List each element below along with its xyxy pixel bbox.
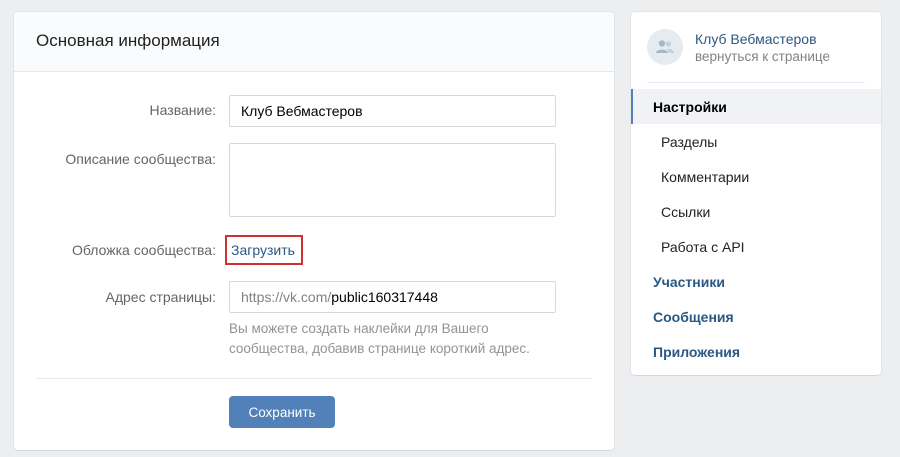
menu-item-messages[interactable]: Сообщения [631,299,881,334]
name-input[interactable]: Клуб Вебмастеров [229,95,556,127]
address-value: public160317448 [331,289,438,305]
name-label: Название: [149,102,216,118]
description-textarea[interactable] [229,143,556,217]
address-hint-line2: сообщества, добавив странице короткий ад… [229,341,530,356]
menu-item-api[interactable]: Работа с API [631,229,881,264]
address-input[interactable]: https://vk.com/ public160317448 [229,281,556,313]
club-header: Клуб Вебмастеров вернуться к странице [631,12,881,82]
name-input-value: Клуб Вебмастеров [241,103,363,119]
cover-label: Обложка сообщества: [72,242,216,258]
address-label: Адрес страницы: [105,289,216,305]
settings-menu: Клуб Вебмастеров вернуться к странице На… [631,12,881,375]
menu-item-settings[interactable]: Настройки [631,89,881,124]
side-divider [647,82,865,83]
address-hint-line1: Вы можете создать наклейки для Вашего [229,321,489,336]
menu-item-sections[interactable]: Разделы [631,124,881,159]
save-button[interactable]: Сохранить [229,396,335,428]
main-info-card: Основная информация Название: Клуб Вебма… [14,12,614,450]
menu-item-apps[interactable]: Приложения [631,334,881,369]
address-prefix: https://vk.com/ [241,289,332,305]
form-divider [36,378,592,379]
back-to-page-link[interactable]: вернуться к странице [695,49,830,64]
card-header: Основная информация [14,12,614,72]
menu-item-comments[interactable]: Комментарии [631,159,881,194]
community-users-icon[interactable] [647,29,683,65]
menu-item-members[interactable]: Участники [631,264,881,299]
club-name-link[interactable]: Клуб Вебмастеров [695,31,817,47]
page-title: Основная информация [36,31,220,50]
menu-item-links[interactable]: Ссылки [631,194,881,229]
description-label: Описание сообщества: [65,151,216,167]
upload-cover-link[interactable]: Загрузить [225,235,303,265]
address-hint: Вы можете создать наклейки для Вашего со… [229,319,569,359]
